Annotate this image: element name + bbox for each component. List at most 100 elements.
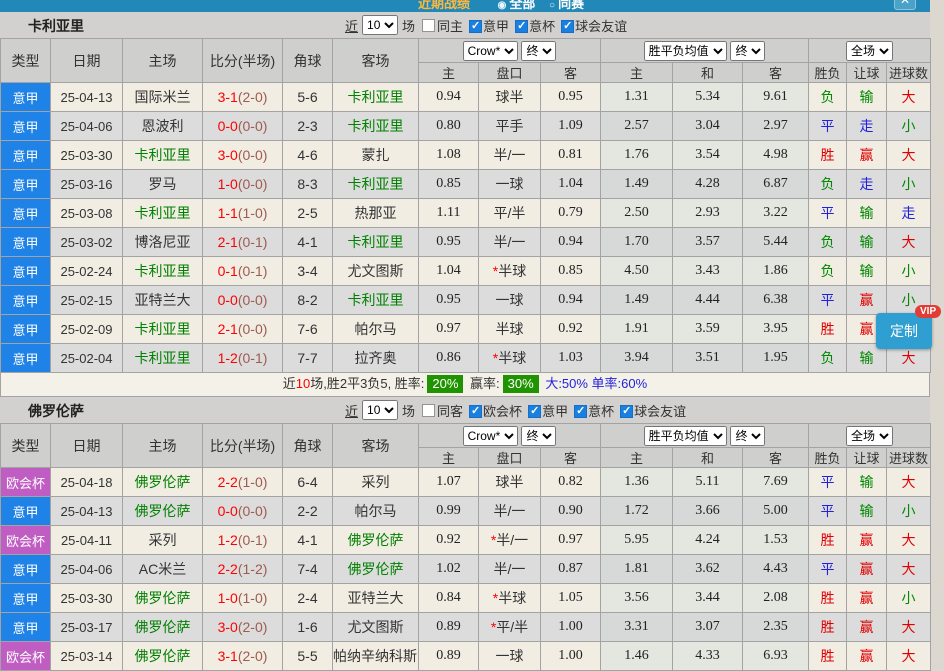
- close-icon[interactable]: ✕: [894, 0, 916, 10]
- match-date: 25-03-08: [51, 199, 123, 228]
- match-row: 意甲25-02-09卡利亚里2-1(0-0)7-6帕尔马0.97半球0.921.…: [1, 315, 931, 344]
- handicap-line: *半球: [479, 584, 541, 613]
- sub-col-avg-draw: 和: [673, 448, 743, 468]
- avg-away-odds: 4.43: [743, 555, 809, 584]
- scope-select[interactable]: 全场: [846, 41, 893, 61]
- score-cell: 1-1(1-0): [203, 199, 283, 228]
- near-link[interactable]: 近: [345, 16, 358, 35]
- home-handicap-odds: 0.89: [419, 642, 479, 671]
- away-handicap-odds: 0.94: [541, 228, 601, 257]
- result-handicap: 赢: [847, 286, 887, 315]
- home-team: 佛罗伦萨: [123, 497, 203, 526]
- score-cell: 3-1(2-0): [203, 642, 283, 671]
- win-rate-badge: 20%: [427, 375, 463, 393]
- match-date: 25-04-06: [51, 112, 123, 141]
- handicap-line: 平手: [479, 112, 541, 141]
- avg-home-odds: 1.76: [601, 141, 673, 170]
- league-checkbox-group: 意甲意杯球会友谊: [463, 16, 627, 35]
- away-handicap-odds: 0.95: [541, 83, 601, 112]
- avg-away-odds: 7.69: [743, 468, 809, 497]
- league-checkbox[interactable]: [620, 405, 633, 418]
- corner-count: 8-2: [283, 286, 333, 315]
- score-cell: 0-0(0-0): [203, 286, 283, 315]
- match-date: 25-02-04: [51, 344, 123, 373]
- match-count-select[interactable]: 10: [362, 400, 398, 420]
- result-wdl: 胜: [809, 315, 847, 344]
- odds-time-select[interactable]: 终: [521, 426, 556, 446]
- score-cell: 0-1(0-1): [203, 257, 283, 286]
- league-type-badge: 意甲: [1, 315, 51, 344]
- radio-same-icon[interactable]: ○: [549, 0, 555, 11]
- result-handicap: 输: [847, 228, 887, 257]
- avg-away-odds: 1.53: [743, 526, 809, 555]
- league-type-badge: 意甲: [1, 555, 51, 584]
- scope-group-header: 全场: [809, 424, 931, 448]
- option-all[interactable]: 全部: [509, 0, 535, 11]
- league-checkbox[interactable]: [469, 20, 482, 33]
- match-row: 意甲25-04-13国际米兰3-1(2-0)5-6卡利亚里0.94球半0.951…: [1, 83, 931, 112]
- near-link[interactable]: 近: [345, 401, 358, 420]
- avg-away-odds: 3.22: [743, 199, 809, 228]
- avg-away-odds: 3.95: [743, 315, 809, 344]
- league-type-badge: 意甲: [1, 344, 51, 373]
- league-checkbox[interactable]: [528, 405, 541, 418]
- sub-col-away-odds: 客: [541, 63, 601, 83]
- avg-draw-odds: 3.04: [673, 112, 743, 141]
- handicap-line: 球半: [479, 468, 541, 497]
- customize-button[interactable]: 定制: [876, 313, 932, 349]
- handicap-line: *半/一: [479, 526, 541, 555]
- avg-group-header: 胜平负均值 终: [601, 39, 809, 63]
- bookmaker-select[interactable]: Crow*: [463, 426, 518, 446]
- corner-count: 4-1: [283, 228, 333, 257]
- match-count-select[interactable]: 10: [362, 15, 398, 35]
- match-date: 25-04-13: [51, 497, 123, 526]
- league-type-badge: 意甲: [1, 199, 51, 228]
- league-type-badge: 欧会杯: [1, 468, 51, 497]
- league-checkbox[interactable]: [469, 405, 482, 418]
- home-handicap-odds: 0.94: [419, 83, 479, 112]
- sub-col-home-odds: 主: [419, 448, 479, 468]
- home-handicap-odds: 0.95: [419, 228, 479, 257]
- sub-col-result: 胜负: [809, 63, 847, 83]
- match-date: 25-02-24: [51, 257, 123, 286]
- result-wdl: 胜: [809, 613, 847, 642]
- col-date: 日期: [51, 424, 123, 468]
- result-goals: 小: [887, 584, 931, 613]
- option-same[interactable]: 同赛: [558, 0, 584, 11]
- away-handicap-odds: 1.03: [541, 344, 601, 373]
- match-date: 25-03-14: [51, 642, 123, 671]
- avg-away-odds: 6.87: [743, 170, 809, 199]
- away-handicap-odds: 1.00: [541, 642, 601, 671]
- avg-type-select[interactable]: 胜平负均值: [644, 426, 727, 446]
- result-wdl: 平: [809, 497, 847, 526]
- bookmaker-select[interactable]: Crow*: [463, 41, 518, 61]
- avg-type-select[interactable]: 胜平负均值: [644, 41, 727, 61]
- tab-recent-results[interactable]: 近期战绩: [418, 0, 470, 11]
- home-handicap-odds: 0.97: [419, 315, 479, 344]
- result-wdl: 平: [809, 468, 847, 497]
- league-checkbox[interactable]: [561, 20, 574, 33]
- away-team: 卡利亚里: [333, 286, 419, 315]
- panel-titlebar: 近期战绩 ◉全部 ○同赛 ✕: [0, 0, 930, 12]
- handicap-line: 平/半: [479, 199, 541, 228]
- away-team: 佛罗伦萨: [333, 555, 419, 584]
- match-row: 意甲25-02-15亚特兰大0-0(0-0)8-2卡利亚里0.95一球0.941…: [1, 286, 931, 315]
- same-venue-checkbox[interactable]: [422, 19, 435, 32]
- radio-all-icon[interactable]: ◉: [498, 0, 507, 11]
- avg-time-select[interactable]: 终: [730, 426, 765, 446]
- same-venue-checkbox[interactable]: [422, 404, 435, 417]
- away-handicap-odds: 0.92: [541, 315, 601, 344]
- avg-time-select[interactable]: 终: [730, 41, 765, 61]
- away-team: 帕尔马: [333, 315, 419, 344]
- home-handicap-odds: 1.04: [419, 257, 479, 286]
- league-checkbox[interactable]: [574, 405, 587, 418]
- result-wdl: 负: [809, 228, 847, 257]
- league-checkbox[interactable]: [515, 20, 528, 33]
- away-handicap-odds: 0.79: [541, 199, 601, 228]
- result-handicap: 输: [847, 83, 887, 112]
- handicap-line: 半球: [479, 315, 541, 344]
- avg-away-odds: 5.00: [743, 497, 809, 526]
- odds-time-select[interactable]: 终: [521, 41, 556, 61]
- corner-count: 8-3: [283, 170, 333, 199]
- scope-select[interactable]: 全场: [846, 426, 893, 446]
